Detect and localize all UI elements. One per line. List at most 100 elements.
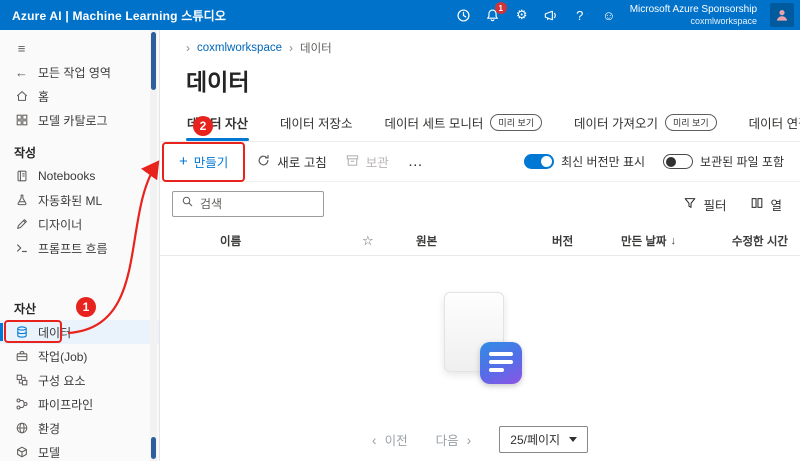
- designer-icon: [14, 217, 29, 232]
- tab-label: 데이터 연결: [748, 117, 800, 131]
- preview-badge: 미리 보기: [490, 114, 543, 131]
- search-icon: [181, 195, 194, 213]
- tab-data-import[interactable]: 데이터 가져오기 미리 보기: [573, 107, 718, 141]
- prev-page-button[interactable]: ‹ 이전: [372, 430, 408, 449]
- page-title: 데이터: [186, 69, 250, 95]
- more-icon: …: [407, 153, 423, 170]
- feedback-megaphone-icon[interactable]: [543, 7, 559, 23]
- data-icon: [14, 325, 29, 340]
- sidebar-item-jobs[interactable]: 작업(Job): [0, 344, 159, 368]
- include-archived-toggle[interactable]: 보관된 파일 포함: [663, 153, 784, 170]
- all-workspaces-back-link[interactable]: ← 모든 작업 영역: [0, 60, 159, 84]
- sidebar-item-label: Notebooks: [38, 169, 96, 183]
- help-icon[interactable]: ?: [572, 7, 588, 23]
- sidebar-item-label: 모델 카탈로그: [38, 113, 108, 128]
- sidebar-item-notebooks[interactable]: Notebooks: [0, 164, 159, 188]
- hamburger-menu-button[interactable]: ≡: [0, 36, 159, 60]
- table-header-row: 이름 ☆ 원본 버전 만든 날짜 ↓ 수정한 시간: [160, 226, 800, 256]
- archive-icon: [345, 153, 360, 171]
- jobs-icon: [14, 349, 29, 364]
- preview-badge: 미리 보기: [665, 114, 717, 131]
- tab-dataset-monitors[interactable]: 데이터 세트 모니터 미리 보기: [383, 107, 543, 141]
- sidebar-item-models[interactable]: 모델: [0, 440, 159, 461]
- columns-button[interactable]: 열: [750, 195, 782, 214]
- sidebar-item-automated-ml[interactable]: 자동화된 ML: [0, 188, 159, 212]
- sidebar-item-home[interactable]: 홈: [0, 84, 159, 108]
- chevron-left-icon: ‹: [371, 431, 377, 448]
- sidebar-item-pipelines[interactable]: 파이프라인: [0, 392, 159, 416]
- tab-label: 데이터 저장소: [279, 117, 353, 131]
- empty-state: [160, 292, 800, 388]
- toggle-label: 보관된 파일 포함: [700, 155, 784, 169]
- sidebar-item-label: 디자이너: [38, 217, 83, 232]
- column-header-created[interactable]: 만든 날짜 ↓: [612, 233, 722, 249]
- chevron-right-icon: ›: [466, 431, 472, 448]
- search-input[interactable]: [200, 197, 315, 211]
- settings-gear-icon[interactable]: ⚙: [514, 7, 530, 23]
- filter-funnel-icon: [683, 196, 697, 213]
- sidebar-item-components[interactable]: 구성 요소: [0, 368, 159, 392]
- breadcrumb-workspace-link[interactable]: coxmlworkspace: [197, 42, 282, 54]
- notifications-bell-icon[interactable]: 1: [485, 2, 507, 23]
- latest-version-toggle[interactable]: 최신 버전만 표시: [524, 153, 645, 170]
- create-button[interactable]: + 만들기: [162, 141, 246, 182]
- avatar[interactable]: [770, 3, 794, 27]
- tab-bar: 데이터 자산 데이터 저장소 데이터 세트 모니터 미리 보기 데이터 가져오기…: [160, 97, 800, 142]
- sidebar-item-label: 작업(Job): [38, 349, 88, 364]
- next-page-button[interactable]: 다음 ›: [436, 430, 472, 449]
- filter-button[interactable]: 필터: [683, 195, 726, 214]
- chevron-right-icon: ›: [186, 41, 190, 55]
- sidebar-item-label: 데이터: [38, 325, 72, 340]
- sidebar-item-label: 자동화된 ML: [38, 193, 103, 208]
- components-icon: [14, 373, 29, 388]
- columns-button-label: 열: [770, 198, 782, 213]
- sidebar-item-designer[interactable]: 디자이너: [0, 212, 159, 236]
- automated-ml-icon: [14, 193, 29, 208]
- page-size-select[interactable]: 25/페이지: [499, 426, 589, 453]
- scrollbar-thumb[interactable]: [151, 437, 156, 459]
- sidebar-item-environments[interactable]: 환경: [0, 416, 159, 440]
- filter-row: 필터 열: [160, 182, 800, 224]
- sort-descending-icon: ↓: [670, 234, 677, 247]
- sidebar-item-label: 파이프라인: [38, 397, 94, 412]
- smiley-feedback-icon[interactable]: ☺: [601, 7, 617, 23]
- workspace-name: coxmlworkspace: [690, 15, 757, 26]
- clock-icon[interactable]: [456, 7, 472, 23]
- column-header-name[interactable]: 이름: [172, 233, 362, 249]
- refresh-button[interactable]: 새로 고침: [247, 147, 335, 177]
- column-header-favorite-star-icon[interactable]: ☆: [362, 233, 402, 249]
- command-bar: + 만들기 새로 고침 보관 … 최신 버전만 표시 보관된 파일 포함: [160, 141, 800, 182]
- prompt-flow-icon: [14, 241, 29, 256]
- sidebar-item-prompt-flow[interactable]: 프롬프트 흐름: [0, 236, 159, 260]
- annotation-step-1-badge: 1: [76, 297, 96, 317]
- refresh-icon: [256, 153, 271, 171]
- column-header-source[interactable]: 원본: [402, 233, 542, 249]
- column-header-modified[interactable]: 수정한 시간: [722, 233, 800, 249]
- archive-button[interactable]: 보관: [336, 147, 398, 177]
- sidebar-item-model-catalog[interactable]: 모델 카탈로그: [0, 108, 159, 132]
- environments-icon: [14, 421, 29, 436]
- column-header-version[interactable]: 버전: [542, 233, 612, 249]
- sidebar-item-data[interactable]: 데이터: [0, 320, 159, 344]
- subscription-name: Microsoft Azure Sponsorship: [629, 3, 757, 15]
- hamburger-icon: ≡: [17, 40, 26, 56]
- scrollbar-thumb[interactable]: [151, 32, 156, 90]
- toggle-label: 최신 버전만 표시: [561, 155, 646, 169]
- breadcrumb: › coxmlworkspace › 데이터: [160, 30, 800, 56]
- search-box[interactable]: [172, 191, 324, 217]
- toggle-off-switch[interactable]: [663, 154, 694, 169]
- plus-icon: +: [179, 153, 188, 170]
- view-toggles: 최신 버전만 표시 보관된 파일 포함: [524, 153, 784, 170]
- account-info[interactable]: Microsoft Azure Sponsorship coxmlworkspa…: [630, 3, 757, 28]
- back-link-label: 모든 작업 영역: [38, 65, 111, 80]
- tab-datastores[interactable]: 데이터 저장소: [279, 107, 353, 141]
- more-commands-button[interactable]: …: [398, 147, 433, 177]
- toggle-on-switch[interactable]: [524, 154, 555, 169]
- top-bar: Azure AI | Machine Learning 스튜디오 1 ⚙ ? ☺…: [0, 0, 800, 30]
- chevron-right-icon: ›: [289, 41, 293, 55]
- sidebar-item-label: 모델: [38, 445, 61, 460]
- next-label: 다음: [435, 434, 459, 448]
- tab-data-connections[interactable]: 데이터 연결 미리 보기: [748, 107, 800, 141]
- sidebar-item-label: 구성 요소: [38, 373, 86, 388]
- sidebar-scrollbar[interactable]: [150, 30, 157, 461]
